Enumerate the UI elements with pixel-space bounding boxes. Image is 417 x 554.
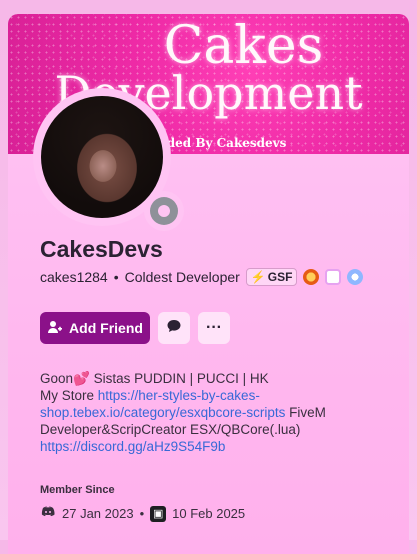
profile-card: Cakes Development nded By Cakesdevs Cake… <box>8 14 409 554</box>
member-separator: • <box>139 506 145 521</box>
ellipsis-icon: ··· <box>206 319 222 336</box>
avatar[interactable] <box>41 96 163 218</box>
offline-status-icon <box>150 197 178 225</box>
meta-separator: • <box>113 269 119 285</box>
custom-status: Coldest Developer <box>124 269 240 285</box>
member-since-row: 27 Jan 2023 • ▣ 10 Feb 2025 <box>40 504 245 523</box>
avatar-ring <box>33 88 184 231</box>
bio-line-2: My Store https://her-styles-by-cakes-sho… <box>40 387 330 438</box>
username[interactable]: cakes1284 <box>40 269 108 285</box>
bio-text: My Store <box>40 388 98 403</box>
bio-line-1: Goon💕 Sistas PUDDIN | PUCCI | HK <box>40 370 330 387</box>
profile-bio: Goon💕 Sistas PUDDIN | PUCCI | HK My Stor… <box>40 370 330 455</box>
more-options-button[interactable]: ··· <box>198 312 230 344</box>
discord-invite-link[interactable]: https://discord.gg/aHz9S54F9b <box>40 439 225 454</box>
add-friend-button[interactable]: Add Friend <box>40 312 150 344</box>
guild-tag-label: GSF <box>267 270 293 284</box>
add-friend-label: Add Friend <box>69 320 143 336</box>
hearts-emoji: 💕 <box>73 371 90 386</box>
banner-subtitle: nded By Cakesdevs <box>158 136 287 150</box>
server-icon: ▣ <box>150 505 167 522</box>
profile-meta-row: cakes1284 • Coldest Developer ⚡ GSF <box>40 268 364 286</box>
bio-text: Goon <box>40 371 74 386</box>
profile-actions: Add Friend ··· <box>40 312 230 344</box>
add-user-icon <box>47 319 63 338</box>
chat-bubble-icon <box>166 318 182 339</box>
status-indicator <box>144 191 184 231</box>
message-button[interactable] <box>158 312 190 344</box>
discord-member-date: 27 Jan 2023 <box>62 506 134 521</box>
gear-badge-icon[interactable] <box>347 269 364 285</box>
guild-tag[interactable]: ⚡ GSF <box>245 268 298 286</box>
nitro-badge-icon[interactable] <box>303 269 320 285</box>
server-member-date: 10 Feb 2025 <box>172 506 246 521</box>
lightning-icon: ⚡ <box>250 270 266 284</box>
discord-logo-icon <box>40 504 56 523</box>
display-name: CakesDevs <box>40 236 163 262</box>
quest-badge-icon[interactable] <box>325 269 342 285</box>
bio-line-3: https://discord.gg/aHz9S54F9b <box>40 438 330 455</box>
member-since-label: Member Since <box>40 484 115 496</box>
bio-text: Sistas PUDDIN | PUCCI | HK <box>89 371 269 386</box>
